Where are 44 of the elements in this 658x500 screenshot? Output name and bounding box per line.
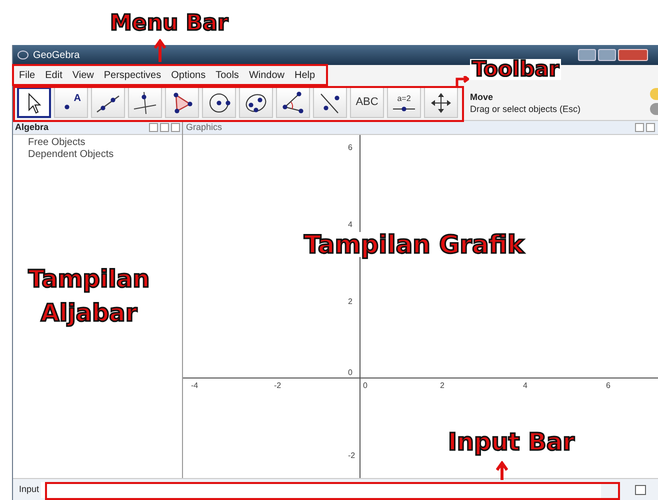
tick-label: -2 bbox=[274, 381, 282, 390]
menu-item[interactable]: View bbox=[72, 68, 94, 82]
tool-help-title: Move bbox=[470, 90, 494, 102]
tick-label: -4 bbox=[191, 381, 198, 390]
slider-tool-icon bbox=[393, 106, 415, 112]
tool-button[interactable]: ABC bbox=[350, 87, 384, 118]
window-title: GeoGebra bbox=[33, 48, 80, 62]
tool-button[interactable] bbox=[17, 87, 51, 118]
tool-button[interactable]: a=2 bbox=[387, 87, 421, 118]
annotation-label: Input Bar bbox=[446, 430, 576, 454]
tick-label: -2 bbox=[348, 451, 356, 460]
tick-label: 2 bbox=[348, 297, 352, 306]
input-label: Input bbox=[19, 482, 40, 496]
menu-item[interactable]: Options bbox=[171, 68, 206, 82]
tick-label: 4 bbox=[523, 381, 528, 390]
app-logo-icon bbox=[17, 49, 29, 61]
arrow-icon bbox=[496, 461, 508, 481]
panel-title: Algebra bbox=[15, 120, 49, 134]
tree-item[interactable]: Dependent Objects bbox=[28, 149, 182, 161]
tool-help-text: Drag or select objects (Esc) bbox=[470, 102, 581, 114]
panel-title: Graphics bbox=[186, 120, 222, 134]
arrow-icon bbox=[455, 76, 469, 88]
tick-label: 6 bbox=[348, 143, 352, 152]
annotation-label: Toolbar bbox=[470, 59, 562, 80]
point-label: A bbox=[74, 92, 81, 106]
tick-label: 0 bbox=[363, 381, 368, 390]
point-tool-icon bbox=[64, 104, 70, 110]
slider-tool-label: a=2 bbox=[397, 94, 411, 104]
menu-item[interactable]: Help bbox=[294, 68, 316, 82]
menu-item[interactable]: Edit bbox=[45, 68, 62, 82]
tick-label: 0 bbox=[348, 368, 352, 377]
text-tool-label: ABC bbox=[356, 95, 378, 110]
menu-item[interactable]: File bbox=[19, 68, 36, 82]
close-button[interactable] bbox=[618, 49, 648, 61]
menu-item[interactable]: Tools bbox=[216, 68, 239, 82]
arrow-icon bbox=[154, 39, 166, 63]
tick-label: 2 bbox=[440, 381, 444, 390]
tree-item[interactable]: Free Objects bbox=[28, 137, 182, 149]
annotation-label: Tampilan Grafik bbox=[302, 232, 526, 257]
tick-label: 4 bbox=[348, 220, 352, 229]
menu-item[interactable]: Perspectives bbox=[104, 68, 162, 82]
tick-label: 6 bbox=[606, 381, 610, 390]
tool-button[interactable]: A bbox=[54, 87, 88, 118]
menu-item[interactable]: Window bbox=[248, 68, 285, 82]
